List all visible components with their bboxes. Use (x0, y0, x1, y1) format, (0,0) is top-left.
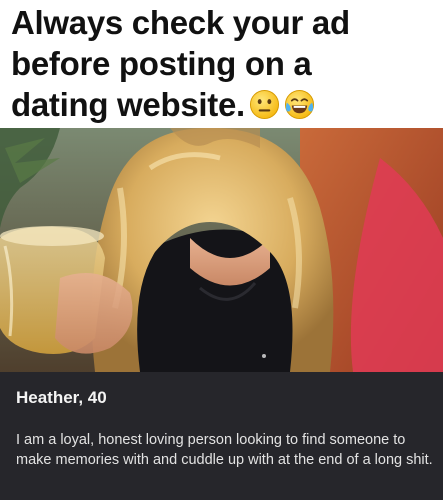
neutral-face-emoji-icon (249, 89, 279, 120)
profile-bio: I am a loyal, honest loving person looki… (16, 432, 433, 468)
profile-name-age: Heather, 40 (16, 388, 107, 407)
profile-photo (0, 128, 443, 372)
meme-caption: Always check your ad before posting on a… (0, 0, 443, 128)
tears-of-joy-emoji-icon (284, 89, 314, 120)
caption-line-2: before posting on a (11, 45, 312, 82)
caption-line-3-text: dating website. (11, 86, 245, 123)
profile-card: Heather, 40 I am a loyal, honest loving … (0, 372, 443, 500)
caption-line-3: dating website. (11, 84, 436, 125)
caption-text: Always check your ad before posting on a… (11, 2, 436, 125)
profile-photo-image (0, 128, 443, 372)
caption-line-1: Always check your ad (11, 4, 350, 41)
